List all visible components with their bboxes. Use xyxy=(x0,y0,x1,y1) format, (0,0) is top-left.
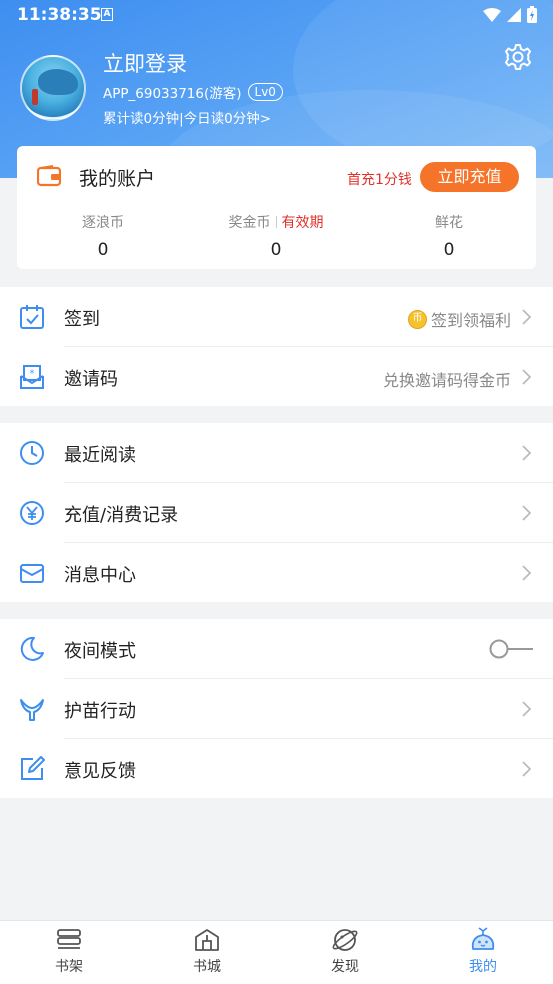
status-icons xyxy=(483,6,537,23)
recharge-button[interactable]: 立即充值 xyxy=(420,162,519,192)
menu-item-checkin[interactable]: 签到 币 签到领福利 xyxy=(0,287,553,347)
planet-icon xyxy=(332,929,358,951)
login-link[interactable]: 立即登录 xyxy=(103,48,187,78)
wallet-icon xyxy=(37,165,61,187)
bookshelf-icon xyxy=(57,929,81,949)
chevron-right-icon xyxy=(522,505,531,521)
yen-icon xyxy=(20,501,44,525)
tab-label: 书城 xyxy=(193,959,221,975)
menu-item-label: 签到 xyxy=(64,309,100,330)
battery-icon xyxy=(527,6,537,23)
user-id-row: APP_69033716(游客) Lv0 xyxy=(103,82,283,102)
chevron-right-icon xyxy=(522,309,531,325)
mascot-icon xyxy=(471,927,495,950)
tab-mine[interactable]: 我的 xyxy=(443,927,523,976)
menu-item-label: 消息中心 xyxy=(64,565,136,586)
menu-item-label: 夜间模式 xyxy=(64,641,136,662)
menu-group-settings: 夜间模式 护苗行动 意见反馈 xyxy=(0,619,553,798)
checkin-hint: 币 签到领福利 xyxy=(407,307,511,331)
avatar-figure xyxy=(32,89,38,105)
hint-text: 签到领福利 xyxy=(430,311,511,330)
menu-group-rewards: 签到 币 签到领福利 * 邀请码 兑换邀请码得金币 xyxy=(0,287,553,406)
reading-stats-link[interactable]: 累计读0分钟|今日读0分钟> xyxy=(103,107,271,127)
bottom-tab-bar: 书架 书城 发现 我的 xyxy=(0,920,553,984)
signal-icon xyxy=(507,7,521,22)
calendar-check-icon xyxy=(20,305,44,329)
menu-item-night-mode[interactable]: 夜间模式 xyxy=(0,619,553,679)
invite-mail-icon: * xyxy=(20,365,44,389)
chevron-right-icon xyxy=(522,701,531,717)
tab-label: 书架 xyxy=(55,959,83,975)
stat-bonus-coins[interactable]: 奖金币 有效期 0 xyxy=(216,212,336,260)
avatar[interactable] xyxy=(20,55,86,121)
tab-bookshelf[interactable]: 书架 xyxy=(29,927,109,976)
whale-tail-icon xyxy=(20,699,44,721)
tab-label: 我的 xyxy=(469,959,497,975)
divider xyxy=(275,216,277,228)
hint-text: 兑换邀请码得金币 xyxy=(382,371,511,390)
tab-label: 发现 xyxy=(331,959,359,975)
menu-group-records: 最近阅读 充值/消费记录 消息中心 xyxy=(0,423,553,602)
menu-item-label: 充值/消费记录 xyxy=(64,505,179,526)
tab-discover[interactable]: 发现 xyxy=(305,927,385,976)
account-title: 我的账户 xyxy=(79,168,156,190)
first-recharge-promo: 首充1分钱 xyxy=(347,172,412,188)
settings-gear-icon[interactable] xyxy=(503,42,533,72)
stat-zhulang-coins[interactable]: 逐浪币 0 xyxy=(43,212,163,260)
edit-icon xyxy=(21,756,45,780)
chevron-right-icon xyxy=(522,761,531,777)
chevron-right-icon xyxy=(522,565,531,581)
stat-label: 鲜花 xyxy=(435,215,463,231)
stat-value: 0 xyxy=(97,240,109,260)
night-mode-toggle[interactable] xyxy=(489,639,533,659)
menu-item-label: 意见反馈 xyxy=(64,761,136,782)
clock-icon xyxy=(20,441,44,465)
stat-label: 奖金币 xyxy=(228,215,271,231)
validity-link[interactable]: 有效期 xyxy=(282,215,324,231)
account-card: 我的账户 首充1分钱 立即充值 逐浪币 0 奖金币 有效期 0 鲜花 0 xyxy=(17,146,536,269)
menu-item-feedback[interactable]: 意见反馈 xyxy=(0,739,553,799)
menu-item-message-center[interactable]: 消息中心 xyxy=(0,543,553,603)
menu-item-label: 护苗行动 xyxy=(64,701,136,722)
stat-label: 逐浪币 xyxy=(82,215,124,231)
coin-icon: 币 xyxy=(407,309,427,329)
chevron-right-icon xyxy=(522,445,531,461)
svg-text:*: * xyxy=(30,369,35,379)
menu-item-child-protection[interactable]: 护苗行动 xyxy=(0,679,553,739)
menu-item-invite-code[interactable]: * 邀请码 兑换邀请码得金币 xyxy=(0,347,553,407)
stat-value: 0 xyxy=(443,240,455,260)
menu-item-label: 最近阅读 xyxy=(64,445,136,466)
store-icon xyxy=(195,929,219,951)
sim-indicator-icon: A xyxy=(101,8,113,21)
wifi-icon xyxy=(483,7,501,22)
user-id-text: APP_69033716(游客) xyxy=(103,86,242,102)
stat-value: 0 xyxy=(270,240,282,260)
menu-item-recharge-records[interactable]: 充值/消费记录 xyxy=(0,483,553,543)
status-time: 11:38:35 xyxy=(17,5,102,25)
moon-icon xyxy=(20,636,44,661)
level-badge: Lv0 xyxy=(247,83,283,101)
status-bar: 11:38:35 A xyxy=(0,0,553,30)
menu-item-recent-reading[interactable]: 最近阅读 xyxy=(0,423,553,483)
mail-icon xyxy=(20,564,44,583)
avatar-whale xyxy=(38,69,78,95)
chevron-right-icon xyxy=(522,369,531,385)
tab-bookstore[interactable]: 书城 xyxy=(167,927,247,976)
menu-item-label: 邀请码 xyxy=(64,369,118,390)
stat-flowers[interactable]: 鲜花 0 xyxy=(389,212,509,260)
stat-label-row: 奖金币 有效期 xyxy=(216,212,336,232)
